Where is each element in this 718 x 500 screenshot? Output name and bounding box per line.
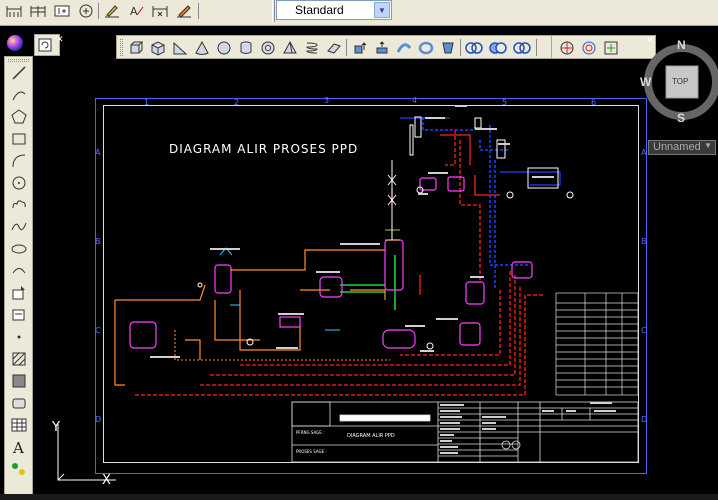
svg-text:X: X [102,473,111,488]
title-block-row2: PROSES SAGE : [296,449,327,454]
title-block-row1: PFRNG SAGE : [296,430,325,435]
svg-text:Y: Y [51,420,60,435]
title-block-main: DIAGRAM ALIR PPD [347,433,395,439]
autocad-window: A Standard ▼ ✕ ✕ A N W S TOP Unnamed ▼ 1… [0,0,718,500]
ucs-icon: Y X [51,420,116,488]
